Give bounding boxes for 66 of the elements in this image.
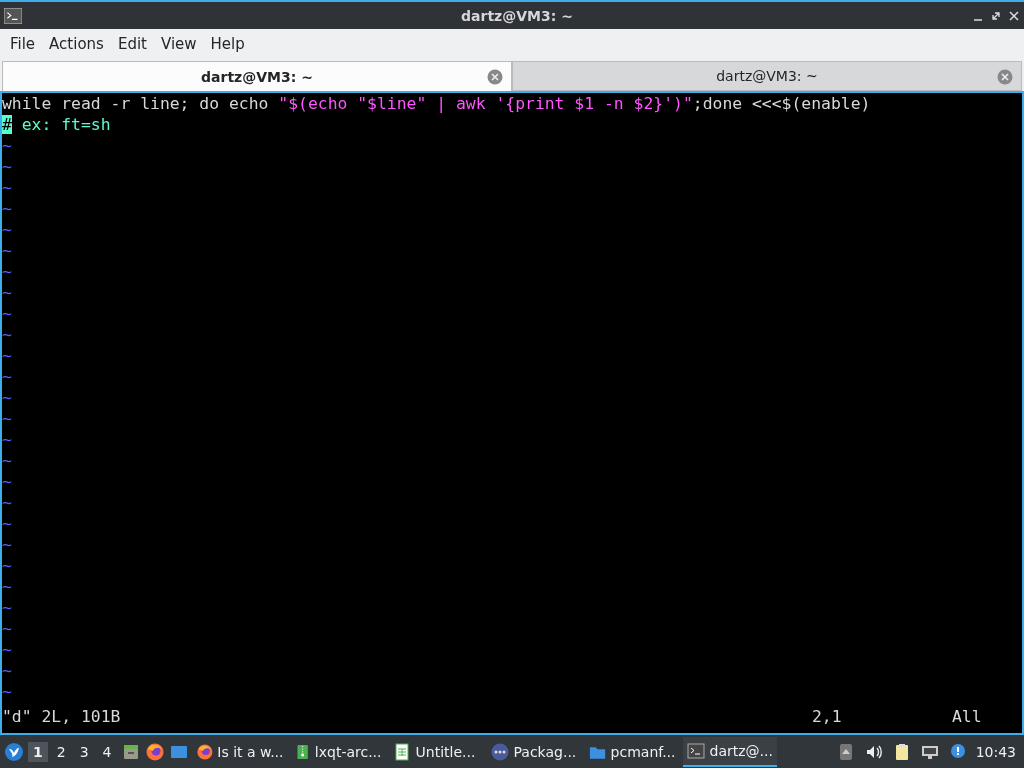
empty-line-marker: ~ bbox=[2, 304, 12, 323]
window-title: dartz@VM3: ~ bbox=[460, 7, 574, 24]
empty-line-marker: ~ bbox=[2, 283, 12, 302]
empty-line-marker: ~ bbox=[2, 514, 12, 533]
tab-label: dartz@VM3: ~ bbox=[716, 68, 818, 84]
taskbar-button[interactable]: dartz@... bbox=[682, 736, 777, 767]
taskbar-button[interactable]: Untitle... bbox=[388, 736, 483, 767]
workspace-button[interactable]: 1 bbox=[28, 741, 48, 762]
empty-line-marker: ~ bbox=[2, 409, 12, 428]
workspace-button[interactable]: 2 bbox=[51, 741, 71, 762]
menu-item[interactable]: View bbox=[153, 32, 204, 56]
scroll-position: All bbox=[952, 706, 983, 727]
menu-item[interactable]: File bbox=[3, 32, 43, 56]
terminal-icon bbox=[4, 7, 22, 24]
dots-icon bbox=[489, 741, 510, 762]
firefox-icon[interactable] bbox=[144, 741, 165, 762]
empty-line-marker: ~ bbox=[2, 220, 12, 239]
workspace-button[interactable]: 4 bbox=[97, 741, 117, 762]
empty-line-marker: ~ bbox=[2, 325, 12, 344]
taskbar-button[interactable]: Packag... bbox=[486, 736, 581, 767]
code-text: ex: ft=sh bbox=[20, 115, 111, 134]
tab-label: dartz@VM3: ~ bbox=[201, 68, 313, 85]
empty-line-marker: ~ bbox=[2, 262, 12, 281]
taskbar-button[interactable]: lxqt-arc... bbox=[290, 736, 385, 767]
empty-line-marker: ~ bbox=[2, 535, 12, 554]
empty-line-marker: ~ bbox=[2, 577, 12, 596]
taskbar-button[interactable]: pcmanf... bbox=[584, 736, 679, 767]
empty-line-marker: ~ bbox=[2, 493, 12, 512]
empty-line-marker: ~ bbox=[2, 661, 12, 680]
taskbar-button[interactable]: Is it a w... bbox=[192, 736, 287, 767]
code-text: "$(echo "$line" | awk '{print $1 -n $2}')" bbox=[278, 94, 693, 113]
empty-line-marker: ~ bbox=[2, 430, 12, 449]
code-text: while read -r line; do echo bbox=[2, 94, 270, 113]
close-icon[interactable] bbox=[487, 69, 503, 85]
empty-line-marker: ~ bbox=[2, 157, 12, 176]
menu-item[interactable]: Edit bbox=[110, 32, 154, 56]
terminal-icon bbox=[685, 740, 706, 761]
empty-line-marker: ~ bbox=[2, 241, 12, 260]
empty-line-marker: ~ bbox=[2, 346, 12, 365]
workspace-button[interactable]: 3 bbox=[74, 741, 94, 762]
menu-item[interactable]: Help bbox=[203, 32, 252, 56]
cursor: # bbox=[2, 115, 12, 134]
empty-line-marker: ~ bbox=[2, 640, 12, 659]
clock[interactable]: 10:43 bbox=[975, 743, 1020, 760]
tab[interactable]: dartz@VM3: ~ bbox=[512, 61, 1022, 91]
start-menu-icon[interactable] bbox=[4, 741, 24, 762]
status-message: "d" 2L, 101B bbox=[2, 706, 122, 727]
empty-line-marker: ~ bbox=[2, 199, 12, 218]
close-button[interactable] bbox=[1008, 9, 1020, 22]
empty-line-marker: ~ bbox=[2, 451, 12, 470]
empty-line-marker: ~ bbox=[2, 556, 12, 575]
empty-line-marker: ~ bbox=[2, 136, 12, 155]
empty-line-marker: ~ bbox=[2, 388, 12, 407]
menu-item[interactable]: Actions bbox=[42, 32, 111, 56]
empty-line-marker: ~ bbox=[2, 598, 12, 617]
empty-line-marker: ~ bbox=[2, 682, 12, 701]
terminal-area[interactable]: while read -r line; do echo "$(echo "$line" | awk '{print $1 -n $2}')";done <<<$(enable) # ex: ft=sh ~ ~ ~ ~ ~ ~ ~ ~ ~ ~ ~ ~ ~ ~ ~ ~ ~ ~ ~ ~ ~ ~ ~ ~ ~ ~ ~ "d" 2L, 101B 2,1 All bbox=[0, 91, 1024, 735]
empty-line-marker: ~ bbox=[2, 367, 12, 386]
close-icon[interactable] bbox=[997, 69, 1013, 85]
empty-line-marker: ~ bbox=[2, 619, 12, 638]
tab[interactable]: dartz@VM3: ~ bbox=[2, 61, 512, 91]
cursor-position: 2,1 bbox=[812, 706, 843, 727]
code-text: ;done <<<$(enable) bbox=[692, 94, 871, 113]
maximize-button[interactable] bbox=[990, 9, 1002, 22]
empty-line-marker: ~ bbox=[2, 178, 12, 197]
empty-line-marker: ~ bbox=[2, 472, 12, 491]
